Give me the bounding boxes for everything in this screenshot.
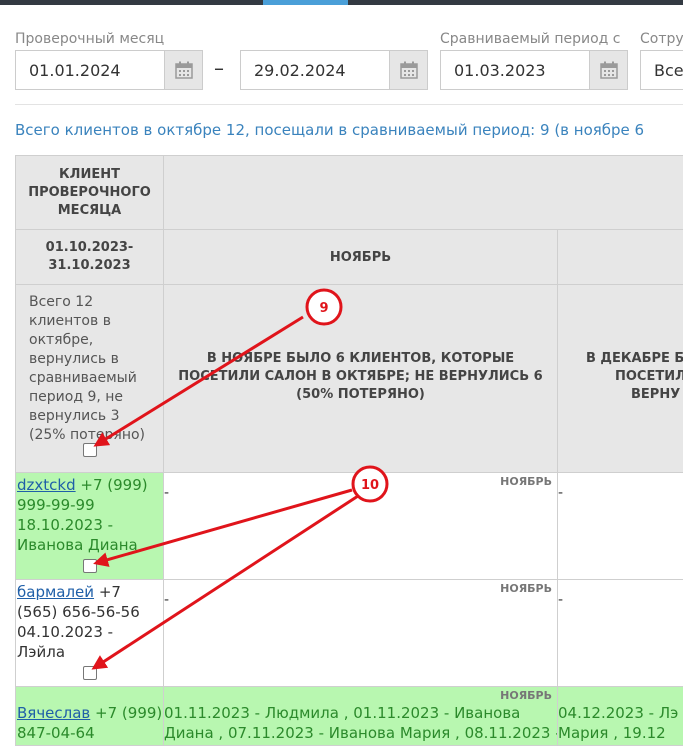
calendar-icon	[399, 61, 418, 79]
staff-label: Сотру	[640, 31, 683, 47]
client-visit-details: 18.10.2023 - Иванова Диана	[17, 516, 138, 554]
november-summary-cell: В ноябре было 6 клиентов, которые посети…	[163, 284, 558, 473]
table-cell-december: -	[557, 579, 683, 687]
table-cell-november: НОЯБРЬ -	[163, 472, 558, 580]
date-from-input[interactable]: 01.01.2024	[15, 50, 165, 90]
active-tab-indicator	[263, 0, 348, 5]
table-cell-december: 04.12.2023 - Лэ Мария , 19.12	[557, 686, 683, 746]
client-visit-details: 847-04-64	[17, 724, 95, 742]
table-cell-november: НОЯБРЬ -	[163, 579, 558, 687]
staff-select[interactable]: Все	[640, 50, 683, 90]
column-header-december	[557, 229, 683, 285]
select-all-checkbox[interactable]	[83, 443, 97, 457]
top-nav-bar	[0, 0, 683, 5]
month-tag: НОЯБРЬ	[500, 582, 552, 595]
client-link[interactable]: бармалей	[17, 583, 94, 601]
table-row-client: бармалей +7 (565) 656-56-56 04.10.2023 -…	[15, 579, 164, 687]
check-month-label: Проверочный месяц	[15, 31, 165, 47]
december-summary-cell: В декабре б посетил верну	[557, 284, 683, 473]
date-from-calendar-button[interactable]	[165, 50, 203, 90]
clients-summary: Всего клиентов в октябре 12, посещали в …	[15, 121, 645, 139]
compare-calendar-button[interactable]	[590, 50, 628, 90]
range-dash: –	[214, 56, 224, 80]
compare-period-label: Сравниваемый период с	[440, 31, 621, 47]
calendar-icon	[174, 61, 193, 79]
divider	[15, 104, 683, 105]
table-cell-december: -	[557, 472, 683, 580]
table-row-client: dzxtckd +7 (999) 999-99-99 18.10.2023 - …	[15, 472, 164, 580]
date-to-input[interactable]: 29.02.2024	[240, 50, 390, 90]
row-checkbox[interactable]	[83, 559, 97, 573]
period-header: 01.10.2023-31.10.2023	[15, 229, 164, 285]
month-tag: НОЯБРЬ	[500, 475, 552, 488]
header-spacer	[163, 155, 683, 230]
client-visit-details: 04.10.2023 - Лэйла	[17, 623, 114, 661]
compare-from-input[interactable]: 01.03.2023	[440, 50, 590, 90]
total-info-cell: Всего 12 клиентов в октябре, вернулись в…	[15, 284, 164, 473]
client-phone: +7 (999)	[90, 704, 163, 722]
table-row-client: Вячеслав +7 (999) 847-04-64	[15, 686, 164, 746]
date-to-calendar-button[interactable]	[390, 50, 428, 90]
client-link[interactable]: Вячеслав	[17, 704, 90, 722]
client-link[interactable]: dzxtckd	[17, 476, 76, 494]
table-cell-november: НОЯБРЬ 01.11.2023 - Людмила , 01.11.2023…	[163, 686, 558, 746]
row-checkbox[interactable]	[83, 666, 97, 680]
column-header-november: Ноябрь	[163, 229, 558, 285]
client-column-header: Клиент проверочного месяца	[15, 155, 164, 230]
month-tag: НОЯБРЬ	[500, 689, 552, 702]
calendar-icon	[599, 61, 618, 79]
